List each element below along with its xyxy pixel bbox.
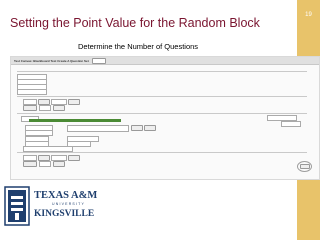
screenshot-button[interactable] <box>23 105 37 111</box>
screenshot-input[interactable] <box>39 161 51 167</box>
logo-text-line1: TEXAS A&M <box>34 190 98 201</box>
screenshot-success-banner <box>29 119 121 122</box>
screenshot-header: Test Canvas: Blackboard Test Create A Qu… <box>11 57 319 65</box>
screenshot-submit-button[interactable] <box>300 164 310 169</box>
screenshot-right-label <box>281 121 301 127</box>
screenshot-divider <box>17 113 307 114</box>
screenshot-header-title: Test Canvas: Blackboard Test Create A Qu… <box>14 58 89 63</box>
screenshot-button[interactable] <box>53 161 65 167</box>
slide-subtitle: Determine the Number of Questions <box>78 42 199 51</box>
logo-text-line2: UNIVERSITY <box>52 202 86 206</box>
screenshot-input[interactable] <box>39 105 51 111</box>
screenshot-button[interactable] <box>23 161 37 167</box>
slide-number: 19 <box>305 12 312 18</box>
screenshot-button[interactable] <box>68 99 80 105</box>
screenshot-button[interactable] <box>144 125 156 131</box>
screenshot-body <box>11 65 319 179</box>
screenshot-button[interactable] <box>68 155 80 161</box>
logo-text-line3: KINGSVILLE <box>34 209 95 219</box>
screenshot-list-entry <box>17 89 47 95</box>
embedded-screenshot: Test Canvas: Blackboard Test Create A Qu… <box>10 56 320 180</box>
screenshot-divider <box>17 96 307 97</box>
screenshot-button[interactable] <box>53 105 65 111</box>
university-logo: TEXAS A&M UNIVERSITY KINGSVILLE <box>4 184 134 234</box>
screenshot-number-select[interactable] <box>67 125 129 132</box>
screenshot-divider <box>17 152 307 153</box>
screenshot-button[interactable] <box>131 125 143 131</box>
slide-title: Setting the Point Value for the Random B… <box>10 16 260 30</box>
screenshot-header-button[interactable] <box>91 57 106 64</box>
screenshot-divider <box>17 71 307 72</box>
university-seal-icon <box>4 186 30 226</box>
